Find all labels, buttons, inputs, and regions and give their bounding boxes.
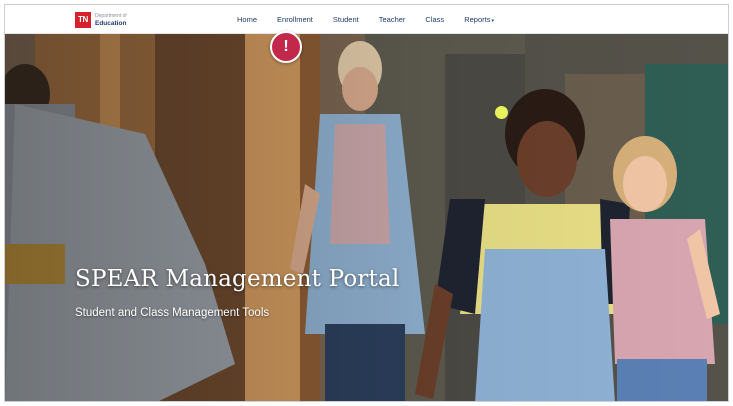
tn-education-logo[interactable]: TN Department of Education (75, 10, 127, 29)
chevron-down-icon: ▾ (491, 18, 494, 24)
nav-teacher[interactable]: Teacher (369, 15, 416, 24)
nav-enrollment[interactable]: Enrollment (267, 15, 323, 24)
hero-title: SPEAR Management Portal (75, 266, 400, 292)
logo-title: Education (95, 19, 127, 27)
hero-subtitle: Student and Class Management Tools (75, 307, 270, 319)
hero-overlay (5, 34, 728, 401)
hero-banner: SPEAR Management Portal Student and Clas… (5, 34, 728, 401)
logo-text: Department of Education (95, 13, 127, 27)
browser-frame: TN Department of Education Home Enrollme… (4, 4, 729, 402)
cursor-highlight-dot (495, 106, 508, 119)
top-navigation-bar: TN Department of Education Home Enrollme… (5, 5, 728, 34)
logo-subtitle: Department of (95, 12, 127, 19)
tn-logo-mark: TN (75, 11, 91, 28)
nav-student[interactable]: Student (323, 15, 369, 24)
nav-home[interactable]: Home (227, 15, 267, 24)
nav-reports-label: Reports (464, 15, 491, 24)
nav-reports-dropdown[interactable]: Reports▾ (454, 15, 504, 24)
exclamation-icon[interactable]: ! (270, 31, 302, 63)
nav-class[interactable]: Class (415, 15, 454, 24)
main-nav: Home Enrollment Student Teacher Class Re… (227, 5, 504, 34)
